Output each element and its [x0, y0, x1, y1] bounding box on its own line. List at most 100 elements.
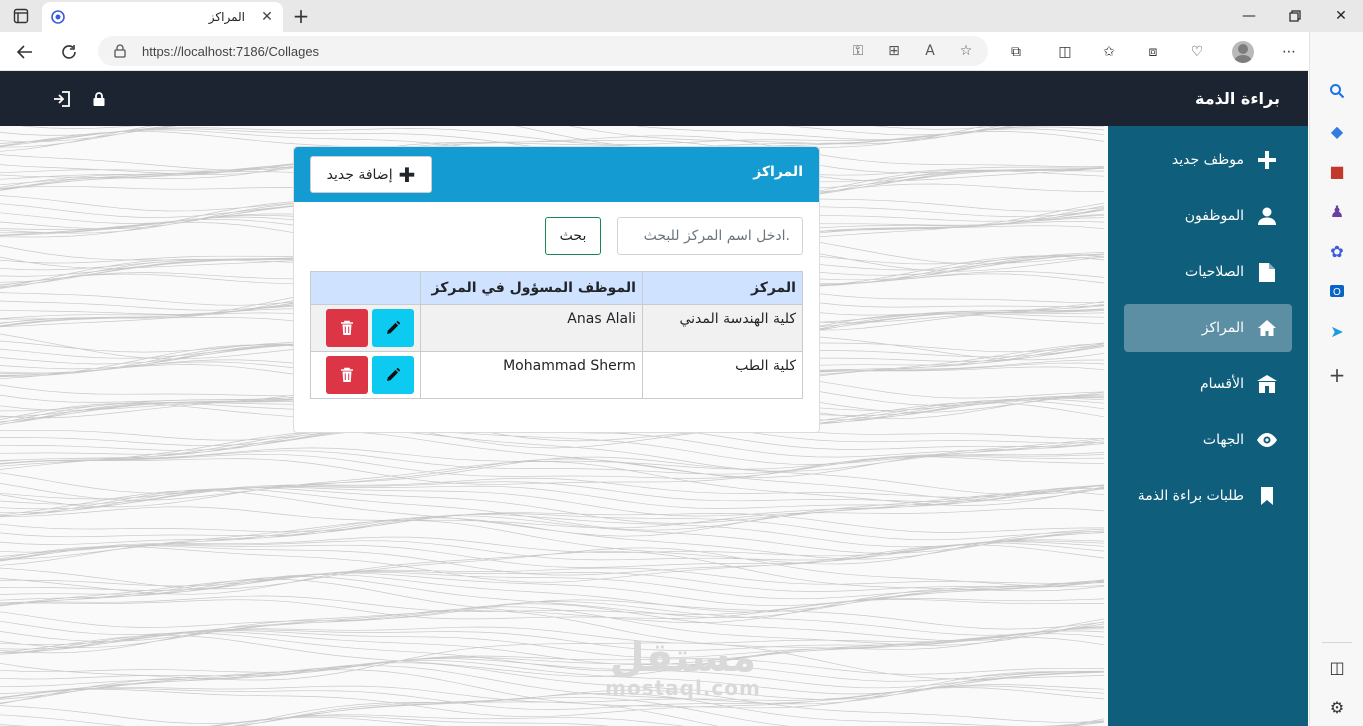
browser-tab-active[interactable]: المراكز ✕ [42, 2, 283, 32]
microsoft-365-icon[interactable]: ✿ [1324, 238, 1350, 264]
add-new-button[interactable]: إضافة جديد ✚ [310, 156, 432, 193]
shopping-tag-icon[interactable]: ◆ [1324, 118, 1350, 144]
edit-button[interactable] [372, 356, 414, 394]
cell-employee: Anas Alali [420, 304, 643, 352]
file-icon [1256, 261, 1278, 283]
sidebar-item-employees[interactable]: الموظفون [1124, 192, 1292, 240]
new-tab-icon[interactable]: + [290, 4, 312, 28]
lock-icon[interactable] [112, 43, 128, 59]
main-content: مستقل mostaql.com المراكز إضافة جديد ✚ ب… [0, 126, 1108, 726]
sidebar-item-label: المراكز [1201, 320, 1244, 336]
card-header: المراكز إضافة جديد ✚ [294, 147, 819, 202]
watermark-logo: مستقل [609, 635, 757, 681]
pencil-icon [387, 320, 401, 334]
sidebar-item-label: الجهات [1202, 432, 1244, 448]
cell-center: كلية الهندسة المدني [641, 304, 804, 352]
site-favicon-icon [50, 9, 66, 25]
sidebar-item-entities[interactable]: الجهات [1124, 416, 1292, 464]
eye-icon [1256, 429, 1278, 451]
column-header-employee: الموظف المسؤول في المركز [420, 271, 643, 305]
profile-avatar[interactable] [1232, 41, 1254, 63]
bookmark-icon [1256, 485, 1278, 507]
minimize-icon[interactable]: — [1234, 4, 1264, 28]
key-icon[interactable]: ⚿ [846, 39, 870, 63]
trash-icon [341, 367, 353, 382]
table-row: كلية الطب Mohammad Sherm [309, 351, 804, 399]
tab-title: المراكز [208, 10, 245, 24]
sidebar-item-label: طلبات براءة الذمة [1137, 488, 1244, 504]
logout-icon[interactable] [52, 89, 72, 109]
back-icon[interactable] [12, 39, 38, 65]
table-header-row: المركز الموظف المسؤول في المركز [309, 271, 804, 305]
sidebar-item-permissions[interactable]: الصلاحيات [1124, 248, 1292, 296]
user-icon [1256, 205, 1278, 227]
apps-icon[interactable]: ⊞ [882, 39, 906, 63]
plus-icon: ✚ [398, 162, 416, 187]
sidebar-item-label: الموظفون [1184, 208, 1244, 224]
delete-button[interactable] [326, 356, 368, 394]
cell-actions [309, 351, 422, 399]
sidebar-item-new-employee[interactable]: موظف جديد [1124, 136, 1292, 184]
favorites-icon[interactable]: ✩ [1097, 40, 1121, 64]
refresh-icon[interactable] [56, 39, 82, 65]
app-sidebar: براءة الذمة موظف جديد الموظفون الصلاحيات [1108, 71, 1308, 726]
building-icon [1256, 373, 1278, 395]
card-title: المراكز [753, 164, 803, 180]
table-row: كلية الهندسة المدني Anas Alali [309, 304, 804, 352]
app-brand[interactable]: براءة الذمة [1108, 71, 1308, 126]
restore-icon[interactable] [1280, 4, 1310, 28]
edit-button[interactable] [372, 309, 414, 347]
more-menu-icon[interactable]: ⋯ [1277, 40, 1301, 64]
url-text: https://localhost:7186/Collages [142, 43, 320, 59]
hide-sidebar-icon[interactable]: ◫ [1324, 654, 1350, 680]
browser-address-bar: https://localhost:7186/Collages ⚿ ⊞ A ☆ … [0, 32, 1363, 71]
search-input[interactable] [617, 217, 803, 255]
cell-actions [309, 304, 422, 352]
tools-icon[interactable]: ■ [1324, 158, 1350, 184]
sidebar-menu: موظف جديد الموظفون الصلاحيات المراكز الأ… [1124, 136, 1292, 528]
sidebar-item-label: الصلاحيات [1185, 264, 1244, 280]
column-header-actions [309, 271, 422, 305]
top-navbar [0, 71, 1108, 126]
browser-tab-bar: المراكز ✕ + — ✕ [0, 0, 1363, 32]
watermark-domain: mostaql.com [605, 676, 761, 700]
read-aloud-icon[interactable]: A [918, 39, 942, 63]
sidebar-item-label: موظف جديد [1171, 152, 1244, 168]
home-icon [1256, 317, 1278, 339]
edge-sidebar-divider [1322, 642, 1352, 643]
search-row: بحث [310, 217, 803, 255]
plus-icon [1256, 149, 1278, 171]
watermark: مستقل mostaql.com [598, 636, 768, 700]
collections-icon[interactable]: ⧈ [1141, 40, 1165, 64]
edge-sidebar: ◆ ■ ♟ ✿ O ➤ + ◫ ⚙ [1309, 32, 1363, 726]
sidebar-item-departments[interactable]: الأقسام [1124, 360, 1292, 408]
performance-icon[interactable]: ♡ [1185, 40, 1209, 64]
cell-employee: Mohammad Sherm [420, 351, 643, 399]
sidebar-item-label: الأقسام [1200, 376, 1244, 392]
games-icon[interactable]: ♟ [1324, 198, 1350, 224]
tab-close-icon[interactable]: ✕ [259, 9, 275, 25]
search-icon[interactable] [1324, 78, 1350, 104]
centers-card: المراكز إضافة جديد ✚ بحث المركز الموظف ا… [293, 146, 820, 433]
send-icon[interactable]: ➤ [1324, 318, 1350, 344]
outlook-icon[interactable]: O [1324, 278, 1350, 304]
trash-icon [341, 320, 353, 335]
web-page: مستقل mostaql.com المراكز إضافة جديد ✚ ب… [0, 71, 1308, 726]
sidebar-item-clearance-requests[interactable]: طلبات براءة الذمة [1124, 472, 1292, 520]
favorite-star-icon[interactable]: ☆ [954, 39, 978, 63]
settings-gear-icon[interactable]: ⚙ [1324, 694, 1350, 720]
add-sidebar-icon[interactable]: + [1324, 362, 1350, 388]
close-window-icon[interactable]: ✕ [1326, 4, 1356, 28]
lock-icon[interactable] [89, 89, 109, 109]
split-screen-icon[interactable]: ◫ [1053, 40, 1077, 64]
pencil-icon [387, 367, 401, 381]
tab-actions-icon[interactable] [8, 4, 34, 28]
sidebar-item-centers[interactable]: المراكز [1124, 304, 1292, 352]
svg-text:O: O [1333, 287, 1341, 298]
centers-table: المركز الموظف المسؤول في المركز كلية اله… [309, 271, 804, 399]
search-button[interactable]: بحث [545, 217, 601, 255]
delete-button[interactable] [326, 309, 368, 347]
extensions-icon[interactable]: ⧉ [1004, 40, 1028, 64]
url-field[interactable]: https://localhost:7186/Collages ⚿ ⊞ A ☆ [98, 36, 988, 66]
column-header-center: المركز [641, 271, 804, 305]
